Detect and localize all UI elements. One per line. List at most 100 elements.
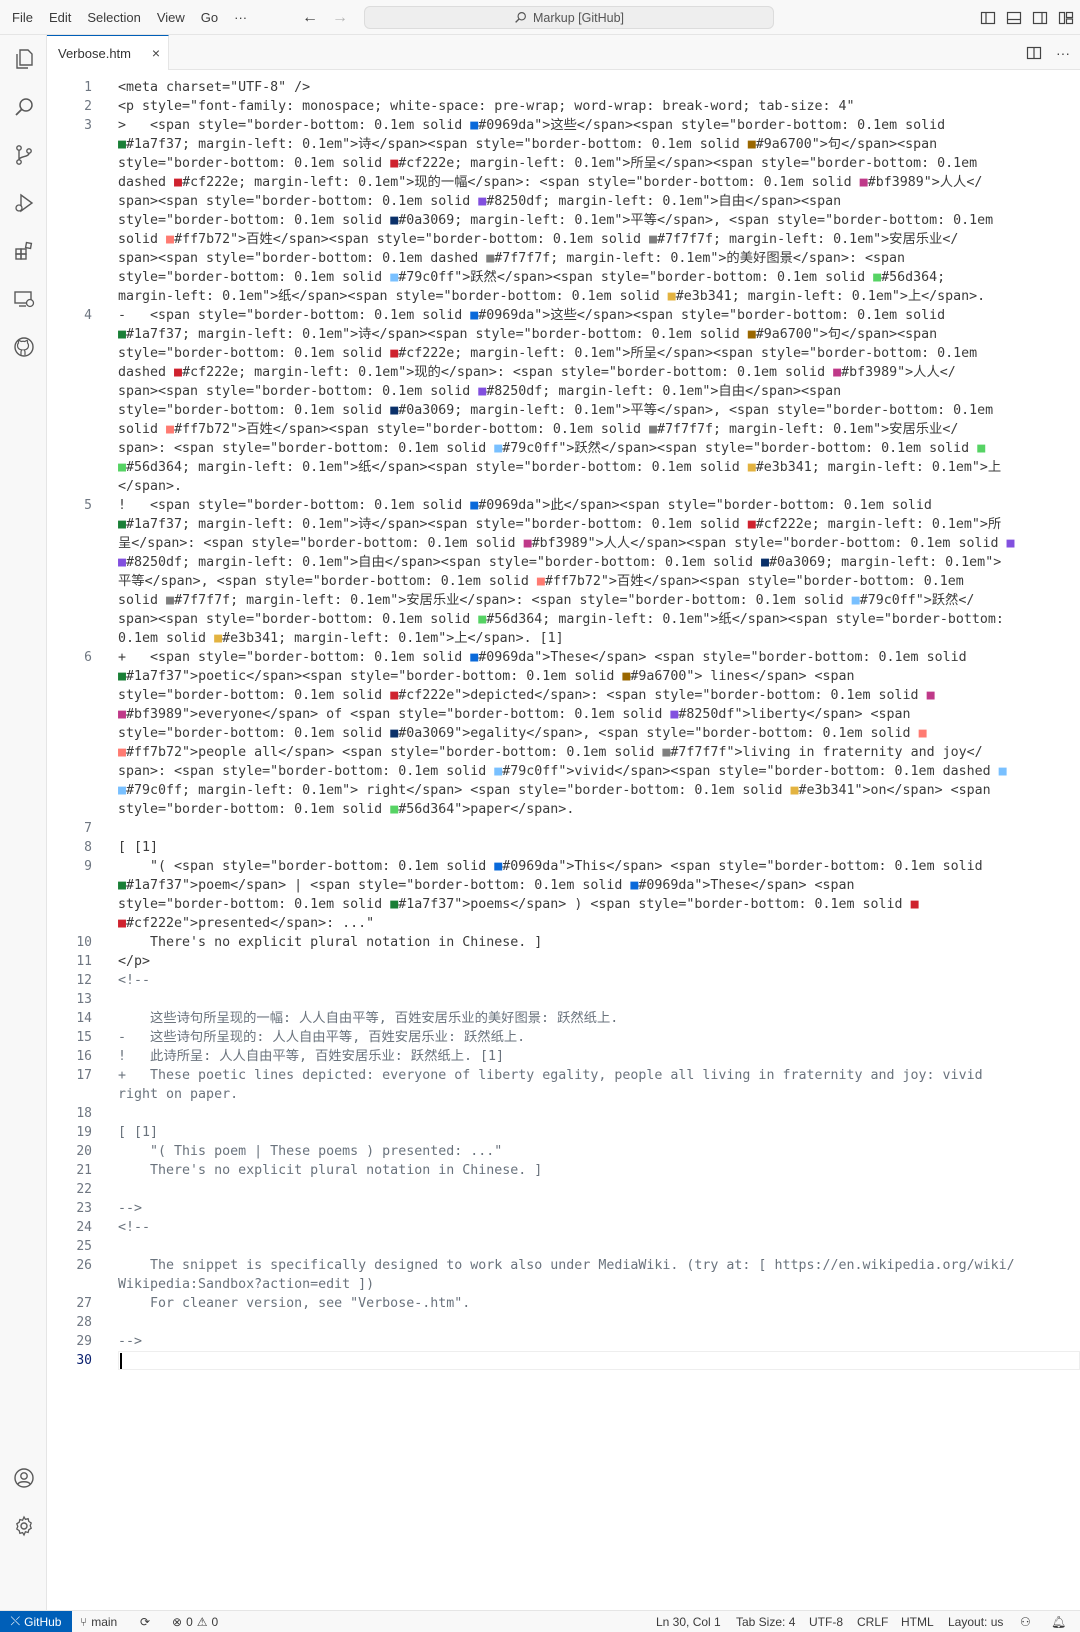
color-swatch[interactable]: ■ <box>214 631 222 646</box>
code-line[interactable]: 11 </p> <box>47 952 1080 971</box>
code-line[interactable]: 28 <box>47 1313 1080 1332</box>
color-swatch[interactable]: ■ <box>390 802 398 817</box>
color-swatch[interactable]: ■ <box>118 707 126 722</box>
code-line[interactable]: 26 The snippet is specifically designed … <box>47 1256 1080 1294</box>
color-swatch[interactable]: ■ <box>649 422 657 437</box>
toggle-panel-icon[interactable] <box>1006 10 1022 26</box>
color-swatch[interactable]: ■ <box>390 897 398 912</box>
code-line[interactable]: 29 --> <box>47 1332 1080 1351</box>
remote-indicator[interactable]: ⤬ GitHub <box>0 1611 72 1632</box>
more-actions-icon[interactable]: ··· <box>1056 45 1070 61</box>
code-line[interactable]: 30 <box>47 1351 1080 1370</box>
color-swatch[interactable]: ■ <box>118 916 126 931</box>
color-swatch[interactable]: ■ <box>118 555 126 570</box>
code-line[interactable]: 22 <box>47 1180 1080 1199</box>
color-swatch[interactable]: ■ <box>478 384 486 399</box>
color-swatch[interactable]: ■ <box>486 251 494 266</box>
color-swatch[interactable]: ■ <box>999 764 1007 779</box>
color-swatch[interactable]: ■ <box>860 175 868 190</box>
command-center[interactable]: Markup [GitHub] <box>364 6 774 29</box>
code-line[interactable]: 21 There's no explicit plural notation i… <box>47 1161 1080 1180</box>
color-swatch[interactable]: ■ <box>494 441 502 456</box>
color-swatch[interactable]: ■ <box>118 137 126 152</box>
color-swatch[interactable]: ■ <box>166 232 174 247</box>
color-swatch[interactable]: ■ <box>118 669 126 684</box>
forward-arrow-icon[interactable]: → <box>332 9 348 27</box>
color-swatch[interactable]: ■ <box>166 593 174 608</box>
close-icon[interactable]: × <box>152 45 160 61</box>
run-and-debug-icon[interactable] <box>0 179 47 227</box>
eol-indicator[interactable]: CRLF <box>857 1611 888 1632</box>
code-line[interactable]: 17 + These poetic lines depicted: everyon… <box>47 1066 1080 1104</box>
color-swatch[interactable]: ■ <box>670 707 678 722</box>
gear-icon[interactable] <box>0 1502 47 1550</box>
color-swatch[interactable]: ■ <box>390 213 398 228</box>
menu-view[interactable]: View <box>149 0 193 35</box>
color-swatch[interactable]: ■ <box>118 460 126 475</box>
code-line[interactable]: 10 There's no explicit plural notation i… <box>47 933 1080 952</box>
code-line[interactable]: 24 <!-- <box>47 1218 1080 1237</box>
code-editor[interactable]: 1 <meta charset="UTF-8" /> 2 <p style="font… <box>47 70 1080 1610</box>
menu-go[interactable]: Go <box>193 0 226 35</box>
color-swatch[interactable]: ■ <box>833 365 841 380</box>
color-swatch[interactable]: ■ <box>118 517 126 532</box>
accounts-icon[interactable] <box>0 1454 47 1502</box>
remote-explorer-icon[interactable] <box>0 275 47 323</box>
color-swatch[interactable]: ■ <box>873 270 881 285</box>
color-swatch[interactable]: ■ <box>390 270 398 285</box>
code-line[interactable]: 1 <meta charset="UTF-8" /> <box>47 78 1080 97</box>
color-swatch[interactable]: ■ <box>852 593 860 608</box>
color-swatch[interactable]: ■ <box>174 365 182 380</box>
source-control-icon[interactable] <box>0 131 47 179</box>
menu-file[interactable]: File <box>4 0 41 35</box>
code-line[interactable]: 19 [ [1] <box>47 1123 1080 1142</box>
color-swatch[interactable]: ■ <box>927 688 935 703</box>
color-swatch[interactable]: ■ <box>748 137 756 152</box>
explorer-icon[interactable] <box>0 35 47 83</box>
search-icon[interactable] <box>0 83 47 131</box>
color-swatch[interactable]: ■ <box>977 441 985 456</box>
color-swatch[interactable]: ■ <box>470 308 478 323</box>
cursor-position[interactable]: Ln 30, Col 1 <box>656 1611 721 1632</box>
code-line[interactable]: 7 <box>47 819 1080 838</box>
color-swatch[interactable]: ■ <box>748 460 756 475</box>
menu-selection[interactable]: Selection <box>79 0 148 35</box>
code-line[interactable]: 15 - 这些诗句所呈现的: 人人自由平等, 百姓安居乐业: 跃然纸上. <box>47 1028 1080 1047</box>
color-swatch[interactable]: ■ <box>390 688 398 703</box>
menu-edit[interactable]: Edit <box>41 0 79 35</box>
color-swatch[interactable]: ■ <box>390 346 398 361</box>
color-swatch[interactable]: ■ <box>494 859 502 874</box>
color-swatch[interactable]: ■ <box>748 327 756 342</box>
code-line[interactable]: 20 "( This poem | These poems ) presente… <box>47 1142 1080 1161</box>
color-swatch[interactable]: ■ <box>494 764 502 779</box>
code-line[interactable]: 23 --> <box>47 1199 1080 1218</box>
color-swatch[interactable]: ■ <box>118 327 126 342</box>
color-swatch[interactable]: ■ <box>524 536 532 551</box>
code-line[interactable]: 8 [ [1] <box>47 838 1080 857</box>
color-swatch[interactable]: ■ <box>630 878 638 893</box>
bell-icon[interactable]: 🔔︎ <box>1051 1611 1066 1632</box>
toggle-secondary-sidebar-icon[interactable] <box>1032 10 1048 26</box>
copilot-icon[interactable]: ⚇ <box>1020 1611 1031 1632</box>
sync-button[interactable]: ⟳ <box>140 1611 150 1632</box>
code-line[interactable]: 9 "( <span style="border-bottom: 0.1em s… <box>47 857 1080 933</box>
color-swatch[interactable]: ■ <box>911 897 919 912</box>
color-swatch[interactable]: ■ <box>390 726 398 741</box>
color-swatch[interactable]: ■ <box>668 289 676 304</box>
github-icon[interactable] <box>0 323 47 371</box>
encoding-indicator[interactable]: UTF-8 <box>809 1611 843 1632</box>
color-swatch[interactable]: ■ <box>790 783 798 798</box>
color-swatch[interactable]: ■ <box>1006 536 1014 551</box>
toggle-primary-sidebar-icon[interactable] <box>980 10 996 26</box>
color-swatch[interactable]: ■ <box>748 517 756 532</box>
color-swatch[interactable]: ■ <box>118 745 126 760</box>
back-arrow-icon[interactable]: ← <box>302 9 318 27</box>
code-line[interactable]: 4 - <span style="border-bottom: 0.1em sol… <box>47 306 1080 496</box>
code-line[interactable]: 27 For cleaner version, see "Verbose-.ht… <box>47 1294 1080 1313</box>
color-swatch[interactable]: ■ <box>761 555 769 570</box>
customize-layout-icon[interactable] <box>1058 10 1074 26</box>
color-swatch[interactable]: ■ <box>118 783 126 798</box>
tab-verbose-htm[interactable]: Verbose.htm × <box>47 35 169 70</box>
color-swatch[interactable]: ■ <box>662 745 670 760</box>
split-editor-icon[interactable] <box>1026 45 1042 61</box>
